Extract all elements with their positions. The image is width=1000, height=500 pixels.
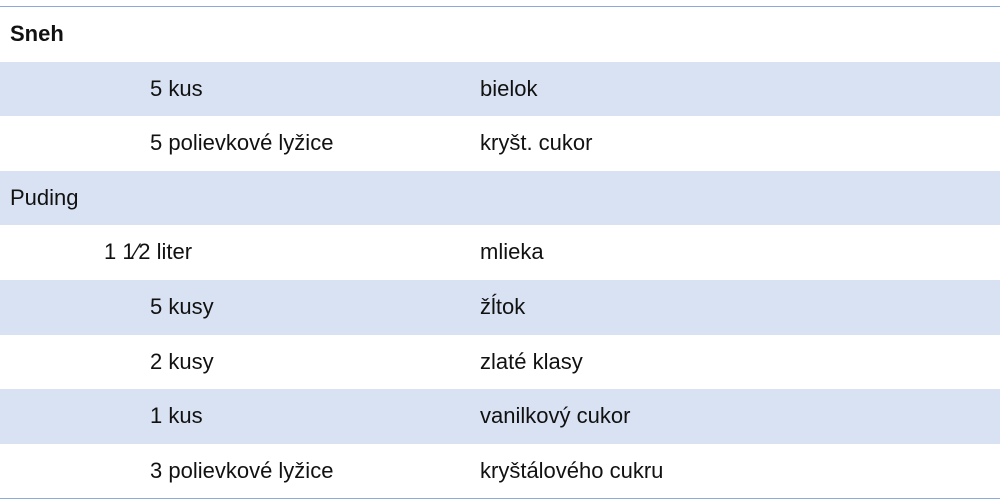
- ingredient-row: 2 kusy zlaté klasy: [0, 335, 1000, 390]
- ingredient-row: 1 1⁄2 liter mlieka: [0, 225, 1000, 280]
- ingredient-quantity: 5 kusy: [150, 293, 214, 319]
- section-header-row: Sneh: [0, 7, 1000, 62]
- ingredient-row: 3 polievkové lyžice kryštálového cukru: [0, 444, 1000, 499]
- ingredient-quantity: 1 1⁄2 liter: [104, 239, 193, 265]
- ingredient-quantity: 1 kus: [150, 403, 203, 429]
- ingredient-row: 5 kusy žĺtok: [0, 279, 1000, 335]
- ingredient-quantity: 5 kus: [150, 75, 203, 101]
- ingredient-name: kryštálového cukru: [480, 457, 664, 483]
- ingredient-name: mlieka: [480, 239, 544, 265]
- recipe-table: Sneh 5 kus bielok 5 polievkové lyžice kr…: [0, 6, 1000, 500]
- ingredient-name: žĺtok: [480, 293, 526, 319]
- ingredient-row: 5 polievkové lyžice kryšt. cukor: [0, 116, 1000, 171]
- ingredient-name: zlaté klasy: [480, 348, 583, 374]
- ingredient-name: vanilkový cukor: [480, 403, 631, 429]
- section-header-row: Puding: [0, 170, 1000, 226]
- ingredient-name: kryšt. cukor: [480, 130, 593, 156]
- section-title: Puding: [10, 184, 79, 210]
- ingredient-quantity: 2 kusy: [150, 348, 214, 374]
- section-title: Sneh: [10, 21, 64, 46]
- ingredient-row: 1 kus vanilkový cukor: [0, 389, 1000, 444]
- ingredient-name: bielok: [480, 75, 538, 101]
- ingredient-row: 5 kus bielok: [0, 61, 1000, 117]
- ingredient-quantity: 5 polievkové lyžice: [150, 130, 334, 156]
- ingredient-quantity: 3 polievkové lyžice: [150, 457, 334, 483]
